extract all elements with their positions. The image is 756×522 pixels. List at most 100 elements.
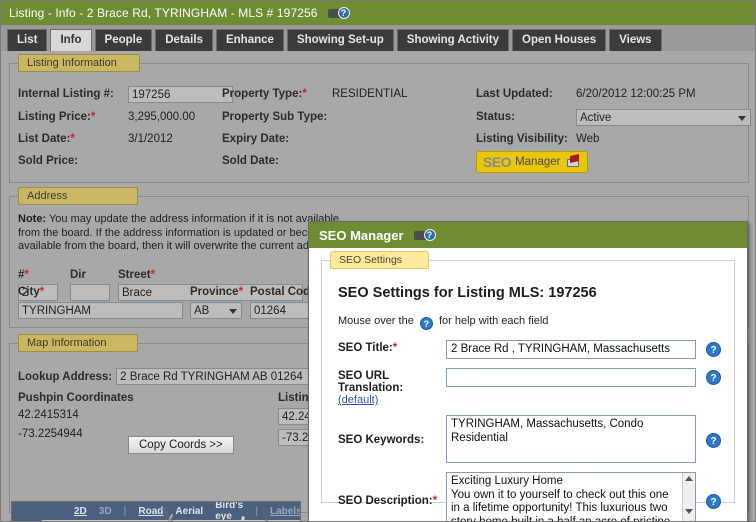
- seo-dialog-title: SEO Manager: [319, 227, 404, 243]
- seo-title-row: SEO Title:* 2 Brace Rd , TYRINGHAM, Mass…: [338, 340, 724, 359]
- map-toolbar-divider: |: [123, 505, 127, 517]
- list-date-value: 3/1/2012: [128, 133, 173, 145]
- address-postal-input[interactable]: 01264: [250, 302, 312, 319]
- address-dir-label: Dir: [70, 269, 86, 281]
- seo-keywords-help-icon[interactable]: ?: [706, 432, 721, 448]
- help-badge-icon: ?: [423, 229, 436, 241]
- seo-title-label: SEO Title:*: [338, 342, 398, 354]
- address-city-input[interactable]: TYRINGHAM: [18, 302, 183, 319]
- seo-url-help-icon[interactable]: ?: [706, 370, 721, 385]
- listing-information-legend: Listing Information: [18, 54, 140, 72]
- required-asterisk: *: [432, 495, 438, 507]
- listing-visibility-value: Web: [576, 133, 600, 145]
- video-help-icon[interactable]: ?: [327, 5, 352, 21]
- seo-url-row: SEO URL Translation: (default) ?: [338, 368, 724, 406]
- application-window: Listing - Info - 2 Brace Rd, TYRINGHAM -…: [0, 0, 756, 522]
- map-style-aerial[interactable]: Aerial: [175, 506, 203, 517]
- seo-title-input[interactable]: 2 Brace Rd , TYRINGHAM, Massachusetts: [446, 340, 696, 359]
- expiry-date-label: Expiry Date:: [222, 133, 290, 145]
- seo-manager-button[interactable]: SEO Manager: [476, 151, 589, 173]
- tab-open-houses[interactable]: Open Houses: [512, 29, 607, 51]
- address-province-select[interactable]: AB: [190, 302, 242, 319]
- window-titlebar: Listing - Info - 2 Brace Rd, TYRINGHAM -…: [1, 1, 755, 25]
- last-updated-value: 6/20/2012 12:00:25 PM: [576, 88, 696, 100]
- seo-settings-legend: SEO Settings: [330, 251, 430, 269]
- seo-title-help-icon[interactable]: ?: [706, 342, 721, 357]
- address-postal-label: Postal Code: [250, 286, 317, 298]
- address-note-bold: Note:: [18, 213, 47, 225]
- seo-keywords-label: SEO Keywords:: [338, 434, 425, 446]
- address-legend: Address: [18, 187, 138, 205]
- seo-keywords-textarea[interactable]: TYRINGHAM, Massachusetts, Condo Resident…: [446, 415, 696, 463]
- seo-url-default-link[interactable]: (default): [338, 394, 446, 406]
- copy-coords-button[interactable]: Copy Coords >>: [128, 436, 234, 454]
- property-type-label: Property Type:*: [222, 88, 307, 100]
- status-select-value: Active: [580, 111, 612, 124]
- address-note: Note: You may update the address informa…: [18, 213, 348, 254]
- main-tab-bar: List Info People Details Enhance Showing…: [1, 25, 755, 51]
- seo-description-textarea[interactable]: Exciting Luxury Home You own it to yours…: [446, 472, 696, 521]
- chevron-down-icon: [229, 309, 237, 314]
- seo-manager-label-manager: Manager: [515, 156, 561, 168]
- property-sub-type-label: Property Sub Type:: [222, 111, 328, 123]
- scroll-down-arrow-icon[interactable]: [685, 509, 693, 514]
- map-view-2d[interactable]: 2D: [74, 506, 87, 517]
- pushpin-coordinates-label: Pushpin Coordinates: [18, 392, 134, 404]
- seo-description-help-icon[interactable]: ?: [706, 493, 721, 509]
- tab-list[interactable]: List: [7, 29, 48, 51]
- seo-manager-label-seo: SEO: [483, 154, 512, 170]
- tab-showing-activity[interactable]: Showing Activity: [396, 29, 510, 51]
- address-city-label: City*: [18, 286, 45, 298]
- address-note-text: You may update the address information i…: [18, 213, 340, 252]
- address-street-label: Street*: [118, 269, 156, 281]
- seo-description-label: SEO Description:*: [338, 495, 438, 507]
- status-label: Status:: [476, 111, 515, 123]
- listing-information-panel: Listing Information Internal Listing #: …: [9, 54, 751, 183]
- seo-help-hint-post: for help with each field: [438, 315, 549, 327]
- seo-url-label: SEO URL Translation: (default): [338, 368, 446, 406]
- listing-visibility-label: Listing Visibility:: [476, 133, 568, 145]
- page-content: Listing Information Internal Listing #: …: [1, 51, 755, 521]
- map-view-3d[interactable]: 3D: [99, 506, 112, 517]
- lookup-address-input[interactable]: 2 Brace Rd TYRINGHAM AB 01264: [116, 368, 312, 385]
- seo-description-scrollbar[interactable]: [682, 473, 695, 521]
- last-updated-label: Last Updated:: [476, 88, 553, 100]
- tab-people[interactable]: People: [94, 29, 153, 51]
- seo-help-hint-pre: Mouse over the: [338, 315, 414, 327]
- internal-listing-label: Internal Listing #:: [18, 88, 114, 100]
- property-type-value: RESIDENTIAL: [332, 88, 408, 100]
- seo-settings-heading: SEO Settings for Listing MLS: 197256: [338, 285, 597, 301]
- address-number-label: #*: [18, 269, 29, 281]
- tab-info[interactable]: Info: [50, 29, 92, 51]
- map-labels-toggle[interactable]: Labels: [270, 506, 300, 517]
- tab-details[interactable]: Details: [155, 29, 213, 51]
- address-dir-input[interactable]: [70, 284, 110, 301]
- seo-keywords-row: SEO Keywords: TYRINGHAM, Massachusetts, …: [338, 415, 724, 463]
- sold-price-label: Sold Price:: [18, 155, 79, 167]
- required-asterisk: *: [392, 342, 398, 354]
- pushpin-latitude: 42.2415314: [18, 409, 79, 421]
- status-select[interactable]: Active: [576, 108, 751, 126]
- map-style-birds-eye[interactable]: Bird's eye: [215, 502, 243, 521]
- seo-help-hint: Mouse over the ? for help with each fiel…: [338, 315, 724, 330]
- chevron-down-icon: [738, 115, 746, 121]
- internal-listing-input[interactable]: 197256: [128, 85, 233, 103]
- list-date-label: List Date:*: [18, 133, 75, 145]
- required-asterisk: *: [90, 111, 96, 123]
- lookup-address-label: Lookup Address:: [18, 370, 113, 383]
- tab-views[interactable]: Views: [609, 29, 662, 51]
- help-badge-icon: ?: [337, 7, 350, 19]
- map-toolbar-divider-2: |: [255, 505, 258, 517]
- seo-description-row: SEO Description:* Exciting Luxury Home Y…: [338, 472, 724, 521]
- tab-showing-setup[interactable]: Showing Set-up: [286, 29, 394, 51]
- map-widget[interactable]: 2D 3D | Road Aerial Bird's eye | Labels …: [11, 501, 301, 521]
- seo-video-help-icon[interactable]: ?: [413, 227, 438, 243]
- map-information-legend: Map Information: [18, 334, 138, 352]
- required-asterisk: *: [302, 88, 307, 100]
- scroll-up-arrow-icon[interactable]: [685, 476, 693, 481]
- seo-monitor-icon: [566, 154, 581, 169]
- seo-url-input[interactable]: [446, 368, 696, 387]
- required-asterisk: *: [70, 133, 75, 145]
- listing-price-label: Listing Price:*: [18, 111, 96, 123]
- tab-enhance[interactable]: Enhance: [215, 29, 284, 51]
